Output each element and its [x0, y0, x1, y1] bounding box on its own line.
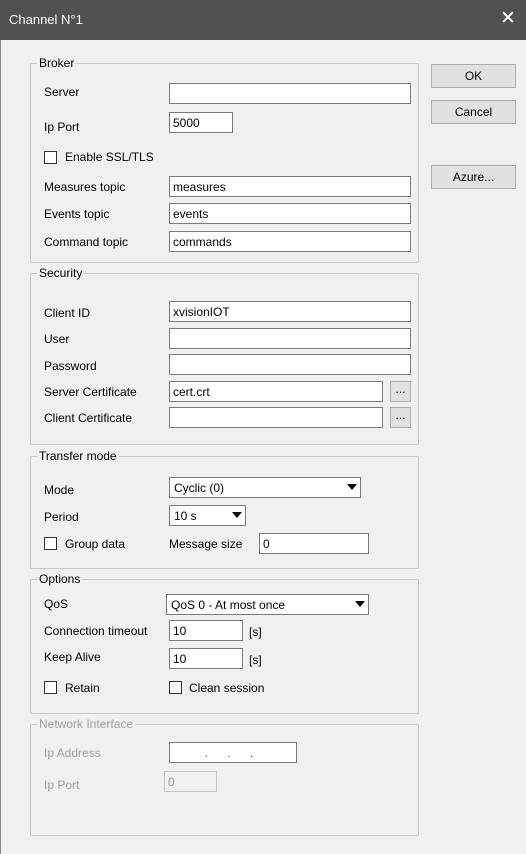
- transfer-mode-legend: Transfer mode: [37, 449, 119, 463]
- client-certificate-label: Client Certificate: [44, 411, 133, 425]
- security-group: Security Client ID xvisionIOT User Passw…: [30, 266, 419, 445]
- ok-button[interactable]: OK: [431, 64, 516, 88]
- events-topic-input[interactable]: events: [169, 203, 411, 224]
- broker-group: Broker Server Ip Port 5000 Enable SSL/TL…: [30, 56, 419, 263]
- keep-alive-input[interactable]: 10: [169, 648, 243, 669]
- clean-session-checkbox[interactable]: [169, 681, 182, 694]
- measures-topic-input[interactable]: measures: [169, 176, 411, 197]
- mode-label: Mode: [44, 483, 75, 497]
- ip-address-label: Ip Address: [44, 746, 101, 760]
- client-id-input[interactable]: xvisionIOT: [169, 301, 411, 322]
- network-interface-legend: Network Interface: [37, 717, 136, 731]
- events-topic-label: Events topic: [44, 207, 110, 221]
- cancel-button[interactable]: Cancel: [431, 100, 516, 124]
- ssl-checkbox[interactable]: [44, 151, 57, 164]
- client-certificate-input[interactable]: [169, 407, 383, 428]
- command-topic-input[interactable]: commands: [169, 231, 411, 252]
- ssl-label: Enable SSL/TLS: [65, 150, 154, 164]
- server-certificate-input[interactable]: cert.crt: [169, 381, 383, 402]
- command-topic-label: Command topic: [44, 235, 129, 249]
- ip-port-label: Ip Port: [44, 120, 80, 134]
- connection-timeout-input[interactable]: 10: [169, 620, 243, 641]
- retain-checkbox[interactable]: [44, 681, 57, 694]
- user-input[interactable]: [169, 328, 411, 349]
- measures-topic-label: Measures topic: [44, 180, 126, 194]
- chevron-down-icon: [347, 484, 357, 490]
- options-legend: Options: [37, 572, 83, 586]
- clean-session-label: Clean session: [189, 681, 265, 695]
- qos-select-value: QoS 0 - At most once: [171, 598, 286, 612]
- qos-select[interactable]: QoS 0 - At most once: [166, 594, 369, 615]
- keep-alive-label: Keep Alive: [44, 650, 101, 664]
- security-legend: Security: [37, 266, 85, 280]
- mode-select-value: Cyclic (0): [174, 481, 224, 495]
- chevron-down-icon: [355, 601, 365, 607]
- keep-alive-unit: [s]: [249, 653, 262, 667]
- window-title: Channel N°1: [9, 12, 83, 27]
- qos-label: QoS: [44, 597, 69, 611]
- server-input[interactable]: [169, 83, 411, 104]
- network-interface-group: Network Interface Ip Address . . . Ip Po…: [30, 717, 419, 836]
- dialog-body: OK Cancel Azure... Broker Server Ip Port…: [0, 40, 526, 854]
- network-ip-port-label: Ip Port: [44, 778, 80, 792]
- broker-legend: Broker: [37, 56, 77, 70]
- retain-label: Retain: [65, 681, 100, 695]
- options-group: Options QoS QoS 0 - At most once Connect…: [30, 572, 419, 714]
- group-data-checkbox[interactable]: [44, 537, 57, 550]
- mode-select[interactable]: Cyclic (0): [169, 477, 361, 498]
- password-input[interactable]: [169, 354, 411, 375]
- user-label: User: [44, 332, 70, 346]
- message-size-input[interactable]: 0: [259, 533, 369, 554]
- period-select[interactable]: 10 s: [169, 505, 246, 526]
- server-certificate-label: Server Certificate: [44, 385, 137, 399]
- group-data-label: Group data: [65, 537, 126, 551]
- close-icon[interactable]: ✕: [498, 8, 518, 30]
- chevron-down-icon: [232, 512, 242, 518]
- period-label: Period: [44, 510, 79, 524]
- connection-timeout-label: Connection timeout: [44, 624, 148, 638]
- message-size-label: Message size: [169, 537, 243, 551]
- password-label: Password: [44, 359, 97, 373]
- client-id-label: Client ID: [44, 306, 91, 320]
- title-bar: Channel N°1 ✕: [0, 0, 526, 40]
- server-certificate-browse-button[interactable]: ...: [390, 381, 411, 402]
- connection-timeout-unit: [s]: [249, 625, 262, 639]
- period-select-value: 10 s: [174, 509, 197, 523]
- client-certificate-browse-button[interactable]: ...: [390, 407, 411, 428]
- network-ip-port-input[interactable]: 0: [164, 771, 217, 792]
- azure-button[interactable]: Azure...: [431, 165, 516, 189]
- transfer-mode-group: Transfer mode Mode Cyclic (0) Period 10 …: [30, 449, 419, 569]
- server-label: Server: [44, 85, 80, 99]
- ip-port-input[interactable]: 5000: [169, 112, 233, 133]
- ip-address-input[interactable]: . . .: [169, 742, 297, 763]
